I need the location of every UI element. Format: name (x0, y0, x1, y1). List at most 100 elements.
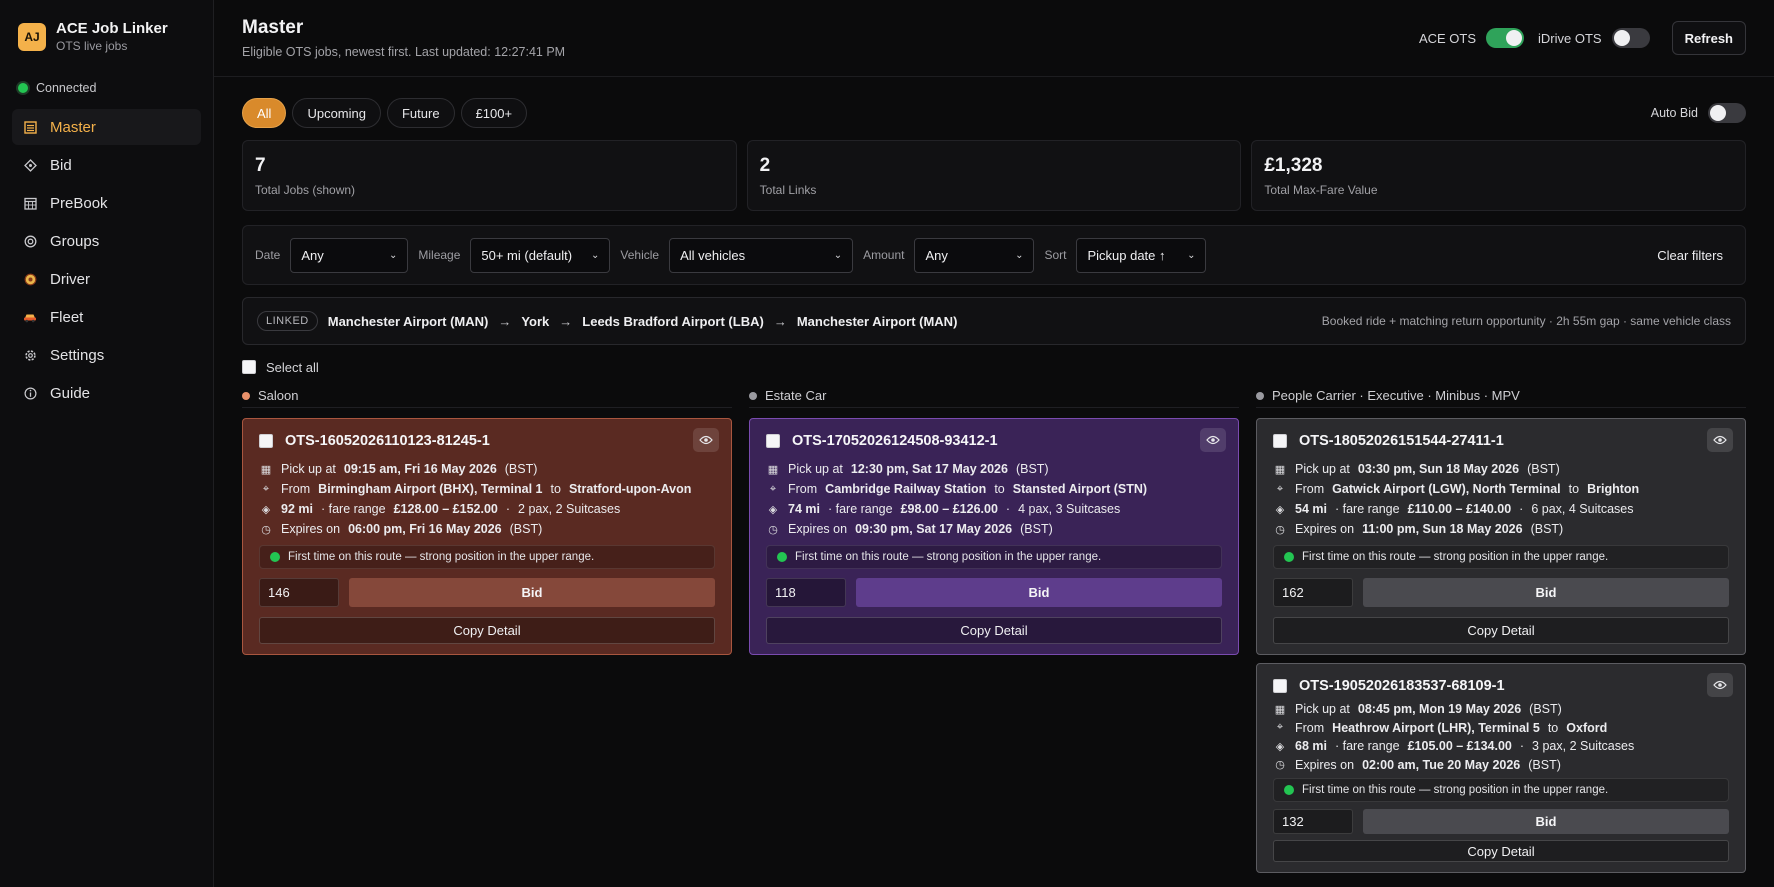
refresh-button[interactable]: Refresh (1671, 21, 1746, 55)
idrive-ots-toggle[interactable] (1611, 28, 1650, 48)
sidebar-item-label: Settings (50, 346, 105, 364)
eye-icon[interactable] (1707, 428, 1733, 452)
amount-select-value: Any (925, 247, 948, 263)
bid-input[interactable]: 162 (1273, 578, 1353, 607)
auto-bid-label: Auto Bid (1650, 106, 1698, 120)
idrive-ots-label: iDrive OTS (1538, 30, 1602, 46)
sidebar-item-master[interactable]: Master (12, 109, 201, 145)
miles: 92 mi (281, 502, 313, 516)
timezone: (BST) (504, 462, 538, 476)
amount-select[interactable]: Any ⌄ (914, 237, 1035, 273)
expires-prefix: Expires on (1295, 757, 1355, 772)
eye-icon[interactable] (693, 428, 719, 452)
fare-range: £98.00 – £126.00 (900, 502, 998, 516)
route-hint: First time on this route — strong positi… (766, 545, 1222, 569)
sort-select[interactable]: Pickup date ↑ ⌄ (1076, 237, 1207, 273)
fare-line: ◈ 54 mi · fare range £110.00 – £140.00 · 6 pa… (1273, 499, 1729, 519)
expires-line: ◷ Expires on 11:00 pm, Sun 18 May 2026 (BST… (1273, 519, 1729, 539)
bid-input[interactable]: 146 (259, 578, 339, 607)
column-dot (242, 391, 250, 400)
chip-all[interactable]: All (242, 98, 287, 128)
linked-note: Booked ride + matching return opportunit… (1321, 314, 1731, 328)
to-word: to (550, 482, 561, 496)
sidebar-item-groups[interactable]: Groups (12, 223, 201, 259)
clear-filters-button[interactable]: Clear filters (1657, 248, 1723, 263)
clock-icon: ◷ (768, 523, 778, 536)
column-header: Estate Car (749, 384, 1239, 408)
sidebar-item-driver[interactable]: Driver (12, 261, 201, 297)
status-dot (1284, 552, 1294, 562)
sidebar-item-prebook[interactable]: PreBook (12, 185, 201, 221)
sidebar-item-guide[interactable]: Guide (12, 375, 201, 411)
page-title: Master (242, 17, 304, 38)
vehicle-select[interactable]: All vehicles ⌄ (669, 237, 854, 273)
to-location: Stansted Airport (STN) (1012, 482, 1148, 496)
from-prefix: From (281, 482, 311, 496)
job-card[interactable]: OTS-17052026124508-93412-1 ▦ Pick up at 12… (749, 418, 1239, 655)
chip-future[interactable]: Future (386, 98, 455, 128)
bid-input[interactable]: 118 (766, 578, 846, 607)
expires-time: 06:00 pm, Fri 16 May 2026 (348, 522, 502, 536)
mileage-select[interactable]: 50+ mi (default) ⌄ (470, 237, 611, 273)
job-checkbox[interactable] (259, 434, 273, 448)
bid-input[interactable]: 132 (1273, 809, 1353, 834)
column-header: People Carrier · Executive · Minibus · M… (1256, 384, 1746, 408)
timezone: (BST) (509, 522, 543, 536)
sidebar-item-fleet[interactable]: Fleet (12, 299, 201, 335)
pax: 3 pax, 2 Suitcases (1532, 739, 1635, 754)
pickup-time: 12:30 pm, Sat 17 May 2026 (850, 462, 1008, 476)
miles: 54 mi (1295, 502, 1327, 516)
job-checkbox[interactable] (766, 434, 780, 448)
brand-title: ACE Job Linker (56, 20, 168, 37)
job-card[interactable]: OTS-16052026110123-81245-1 ▦ Pick up at 09… (242, 418, 732, 655)
clock-icon: ◷ (261, 523, 271, 536)
ace-ots-toggle[interactable] (1486, 28, 1525, 48)
fare-prefix: · fare range (1334, 502, 1400, 516)
job-checkbox[interactable] (1273, 434, 1287, 448)
pax: 4 pax, 3 Suitcases (1018, 502, 1121, 516)
job-id: OTS-17052026124508-93412-1 (792, 433, 998, 449)
copy-detail-button[interactable]: Copy Detail (1273, 840, 1729, 862)
main: Master Eligible OTS jobs, newest first. … (214, 0, 1774, 887)
to-word: to (994, 482, 1005, 496)
auto-bid-toggle[interactable] (1708, 103, 1746, 123)
column-people-carrier: People Carrier · Executive · Minibus · M… (1256, 384, 1746, 881)
date-select[interactable]: Any ⌄ (290, 237, 409, 273)
tag-icon: ◈ (261, 503, 271, 516)
job-card[interactable]: OTS-18052026151544-27411-1 ▦ Pick up at 03… (1256, 418, 1746, 655)
copy-detail-button[interactable]: Copy Detail (1273, 617, 1729, 644)
quick-filters-row: All Upcoming Future £100+ Auto Bid (242, 98, 1746, 128)
brand-subtitle: OTS live jobs (56, 39, 128, 53)
chip-upcoming[interactable]: Upcoming (292, 98, 381, 128)
topbar: Master Eligible OTS jobs, newest first. … (214, 0, 1774, 77)
job-card[interactable]: OTS-19052026183537-68109-1 ▦ Pick up at 08… (1256, 663, 1746, 873)
sidebar-item-label: Fleet (50, 308, 84, 326)
linked-route-banner[interactable]: LINKED Manchester Airport (MAN) → York →… (242, 297, 1746, 345)
chip-100-plus[interactable]: £100+ (460, 98, 528, 128)
bid-button[interactable]: Bid (1363, 809, 1729, 834)
pickup-prefix: Pick up at (788, 462, 843, 476)
eye-icon[interactable] (1707, 673, 1733, 697)
ace-ots-label: ACE OTS (1418, 30, 1477, 46)
bid-button[interactable]: Bid (856, 578, 1222, 607)
sidebar-item-settings[interactable]: Settings (12, 337, 201, 373)
separator: · (1519, 739, 1525, 754)
clock-icon: ◷ (1275, 523, 1285, 536)
bid-button[interactable]: Bid (349, 578, 715, 607)
select-all-checkbox[interactable] (242, 360, 256, 374)
eye-icon[interactable] (1200, 428, 1226, 452)
copy-detail-button[interactable]: Copy Detail (766, 617, 1222, 644)
bid-button[interactable]: Bid (1363, 578, 1729, 607)
sidebar-item-label: Guide (50, 384, 91, 402)
select-all: Select all (242, 358, 1746, 376)
pickup-time: 09:15 am, Fri 16 May 2026 (343, 462, 497, 476)
vehicle-select-value: All vehicles (680, 247, 746, 263)
from-prefix: From (1295, 482, 1325, 496)
copy-detail-button[interactable]: Copy Detail (259, 617, 715, 644)
from-location: Heathrow Airport (LHR), Terminal 5 (1332, 720, 1540, 735)
fare-prefix: · fare range (827, 502, 893, 516)
hint-text: First time on this route — strong positi… (1302, 551, 1609, 563)
pickup-line: ▦ Pick up at 12:30 pm, Sat 17 May 2026 (BST… (766, 459, 1222, 479)
sidebar-item-bid[interactable]: Bid (12, 147, 201, 183)
job-checkbox[interactable] (1273, 679, 1287, 693)
